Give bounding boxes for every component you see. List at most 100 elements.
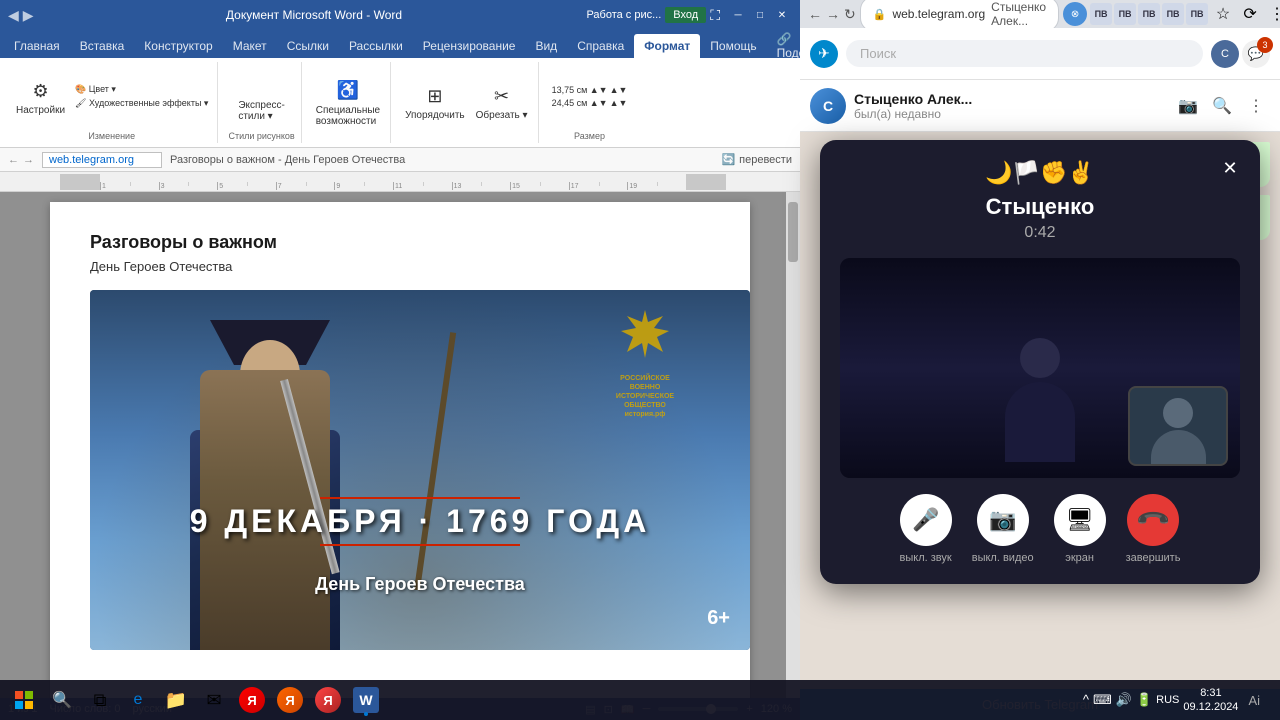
- tray-lang[interactable]: RUS: [1156, 694, 1179, 706]
- expand-icon[interactable]: ⛶: [710, 7, 720, 24]
- tab-pomosh[interactable]: Помощь: [700, 34, 766, 58]
- doc-scrollbar[interactable]: [786, 192, 800, 698]
- tb-app-edge[interactable]: e: [120, 682, 156, 718]
- tb-app-yandex1[interactable]: Я: [234, 682, 270, 718]
- tb-app-mail[interactable]: ✉: [196, 682, 232, 718]
- width-input[interactable]: 24,45 см ▲▼ ▲▼: [549, 97, 631, 109]
- minimize-button[interactable]: ─: [728, 7, 748, 23]
- screen-control[interactable]: 🖥 экран: [1054, 494, 1106, 564]
- tab-rassylki[interactable]: Рассылки: [339, 34, 413, 58]
- height-input[interactable]: 13,75 см ▲▼ ▲▼: [549, 84, 631, 96]
- document-image: РОССИЙСКОЕВОЕННОИСТОРИЧЕСКОЕОБЩЕСТВОисто…: [90, 290, 750, 650]
- effects-button[interactable]: 🖌 Художественные эффекты ▾: [72, 97, 211, 110]
- obrezat-icon: ✂: [487, 82, 517, 110]
- tab-vstavka[interactable]: Вставка: [70, 34, 135, 58]
- start-button[interactable]: [6, 682, 42, 718]
- group-label-stili: Стили рисунков: [228, 131, 294, 141]
- pb-btn-5[interactable]: ПВ: [1186, 3, 1208, 25]
- video-button[interactable]: 📷: [977, 494, 1029, 546]
- pb-btn-2[interactable]: ПВ: [1114, 3, 1136, 25]
- pb-btn-1[interactable]: ПВ: [1090, 3, 1112, 25]
- chat-name: Стыценко Алек...: [854, 91, 1166, 107]
- tray-battery-icon[interactable]: 🔋: [1136, 692, 1152, 708]
- emblem-text: РОССИЙСКОЕВОЕННОИСТОРИЧЕСКОЕОБЩЕСТВОисто…: [600, 374, 690, 419]
- end-call-button[interactable]: 📞: [1116, 483, 1190, 557]
- browser-reload-btn[interactable]: ↻: [844, 2, 856, 26]
- tab-maket[interactable]: Макет: [223, 34, 277, 58]
- date-line-bottom: [320, 544, 520, 546]
- profile-sync-icon[interactable]: ⟳: [1238, 2, 1262, 26]
- video-control[interactable]: 📷 выкл. видео: [972, 494, 1034, 564]
- url-input[interactable]: web.telegram.org: [42, 152, 162, 168]
- uporyadochit-button[interactable]: ⊞ Упорядочить: [401, 80, 469, 123]
- yandex-logo-2: Я: [277, 687, 303, 713]
- ai-label[interactable]: Ai: [1242, 693, 1266, 708]
- spec-button[interactable]: ♿ Специальныевозможности: [312, 75, 384, 129]
- translate-button[interactable]: 🔄 перевести: [721, 153, 792, 166]
- pb-btn-3[interactable]: ПВ: [1138, 3, 1160, 25]
- tab-glavnaya[interactable]: Главная: [4, 34, 70, 58]
- search-chat-btn[interactable]: 🔍: [1208, 92, 1236, 120]
- browser-back-btn[interactable]: ←: [808, 2, 822, 26]
- tb-app-yandex3[interactable]: Я: [310, 682, 346, 718]
- system-clock[interactable]: 8:31 09.12.2024: [1183, 686, 1238, 715]
- addr-back[interactable]: ←: [8, 154, 19, 166]
- height-value: 13,75 см ▲▼: [552, 85, 608, 95]
- tg-notification-area: 💬 3: [1242, 40, 1270, 68]
- express-styles-button[interactable]: Экспресс-стили ▾: [234, 70, 289, 124]
- obrezat-button[interactable]: ✂ Обрезать ▾: [472, 80, 532, 123]
- tg-user-avatar[interactable]: С: [1211, 40, 1239, 68]
- nav-back[interactable]: ◀: [8, 7, 19, 24]
- tab-konstruktor[interactable]: Конструктор: [134, 34, 222, 58]
- tray-up-arrow[interactable]: ^: [1083, 692, 1089, 708]
- tb-app-yandex2[interactable]: Я: [272, 682, 308, 718]
- more-chat-btn[interactable]: ⋮: [1242, 92, 1270, 120]
- express-styles-label: Экспресс-стили ▾: [238, 100, 285, 122]
- bookmark-icon[interactable]: ☆: [1211, 2, 1235, 26]
- more-menu-icon[interactable]: ⋮: [1265, 2, 1280, 26]
- tray-speaker-icon[interactable]: 🔊: [1116, 692, 1132, 708]
- tab-retsenzirovanie[interactable]: Рецензирование: [413, 34, 526, 58]
- close-button[interactable]: ✕: [772, 7, 792, 23]
- mute-control[interactable]: 🎤 выкл. звук: [900, 494, 952, 564]
- age-badge: 6+: [707, 607, 730, 630]
- nav-forward[interactable]: ▶: [23, 7, 34, 24]
- addr-forward[interactable]: →: [23, 154, 34, 166]
- call-close-button[interactable]: ✕: [1216, 154, 1244, 182]
- system-tray: ^ ⌨ 🔊 🔋 RUS 8:31 09.12.2024 Ai: [1075, 686, 1274, 715]
- tray-keyboard-icon[interactable]: ⌨: [1093, 692, 1112, 708]
- tab-vid[interactable]: Вид: [525, 34, 567, 58]
- restore-button[interactable]: □: [750, 7, 770, 23]
- color-button[interactable]: 🎨 Цвет ▾: [72, 83, 211, 96]
- pb-btn-4[interactable]: ПВ: [1162, 3, 1184, 25]
- screen-button[interactable]: 🖥: [1054, 494, 1106, 546]
- tab-spravka[interactable]: Справка: [567, 34, 634, 58]
- height-spin[interactable]: ▲▼: [610, 85, 628, 95]
- tb-app-fileexplorer[interactable]: 📁: [158, 682, 194, 718]
- call-overlay: ✕ 🌙🏳️✊✌️ Стыценко 0:42 🎤 выкл. звук: [820, 140, 1260, 584]
- browser-forward-btn[interactable]: →: [826, 2, 840, 26]
- tg-search-input[interactable]: Поиск: [846, 40, 1203, 67]
- tab-format[interactable]: Формат: [634, 34, 700, 58]
- tg-header-right: С 💬 3: [1211, 40, 1270, 68]
- tab-ssylki[interactable]: Ссылки: [277, 34, 339, 58]
- url-display: web.telegram.org: [892, 7, 985, 21]
- size-inputs: 13,75 см ▲▼ ▲▼ 24,45 см ▲▼ ▲▼: [549, 84, 631, 109]
- translate-label: перевести: [739, 154, 792, 166]
- tb-app-word[interactable]: W: [348, 682, 384, 718]
- tb-app-taskview[interactable]: ⧉: [82, 682, 118, 718]
- tg-bookmark-icon[interactable]: ⊗: [1063, 2, 1087, 26]
- video-call-btn[interactable]: 📷: [1174, 92, 1202, 120]
- yandex-logo-3: Я: [315, 687, 341, 713]
- pip-video: [1128, 386, 1228, 466]
- doc-scrollbar-thumb[interactable]: [788, 202, 798, 262]
- width-spin[interactable]: ▲▼: [610, 98, 628, 108]
- date-label: 9 ДЕКАБРЯ · 1769 ГОДА: [190, 503, 651, 539]
- mute-button[interactable]: 🎤: [900, 494, 952, 546]
- end-call-control[interactable]: 📞 завершить: [1126, 494, 1181, 564]
- vhod-button[interactable]: Вход: [665, 7, 706, 23]
- window-controls: ─ □ ✕: [728, 7, 792, 23]
- taskbar-search-button[interactable]: 🔍: [44, 682, 80, 718]
- nastroyki-button[interactable]: ⚙ Настройки: [12, 75, 69, 118]
- word-icon: W: [353, 687, 379, 713]
